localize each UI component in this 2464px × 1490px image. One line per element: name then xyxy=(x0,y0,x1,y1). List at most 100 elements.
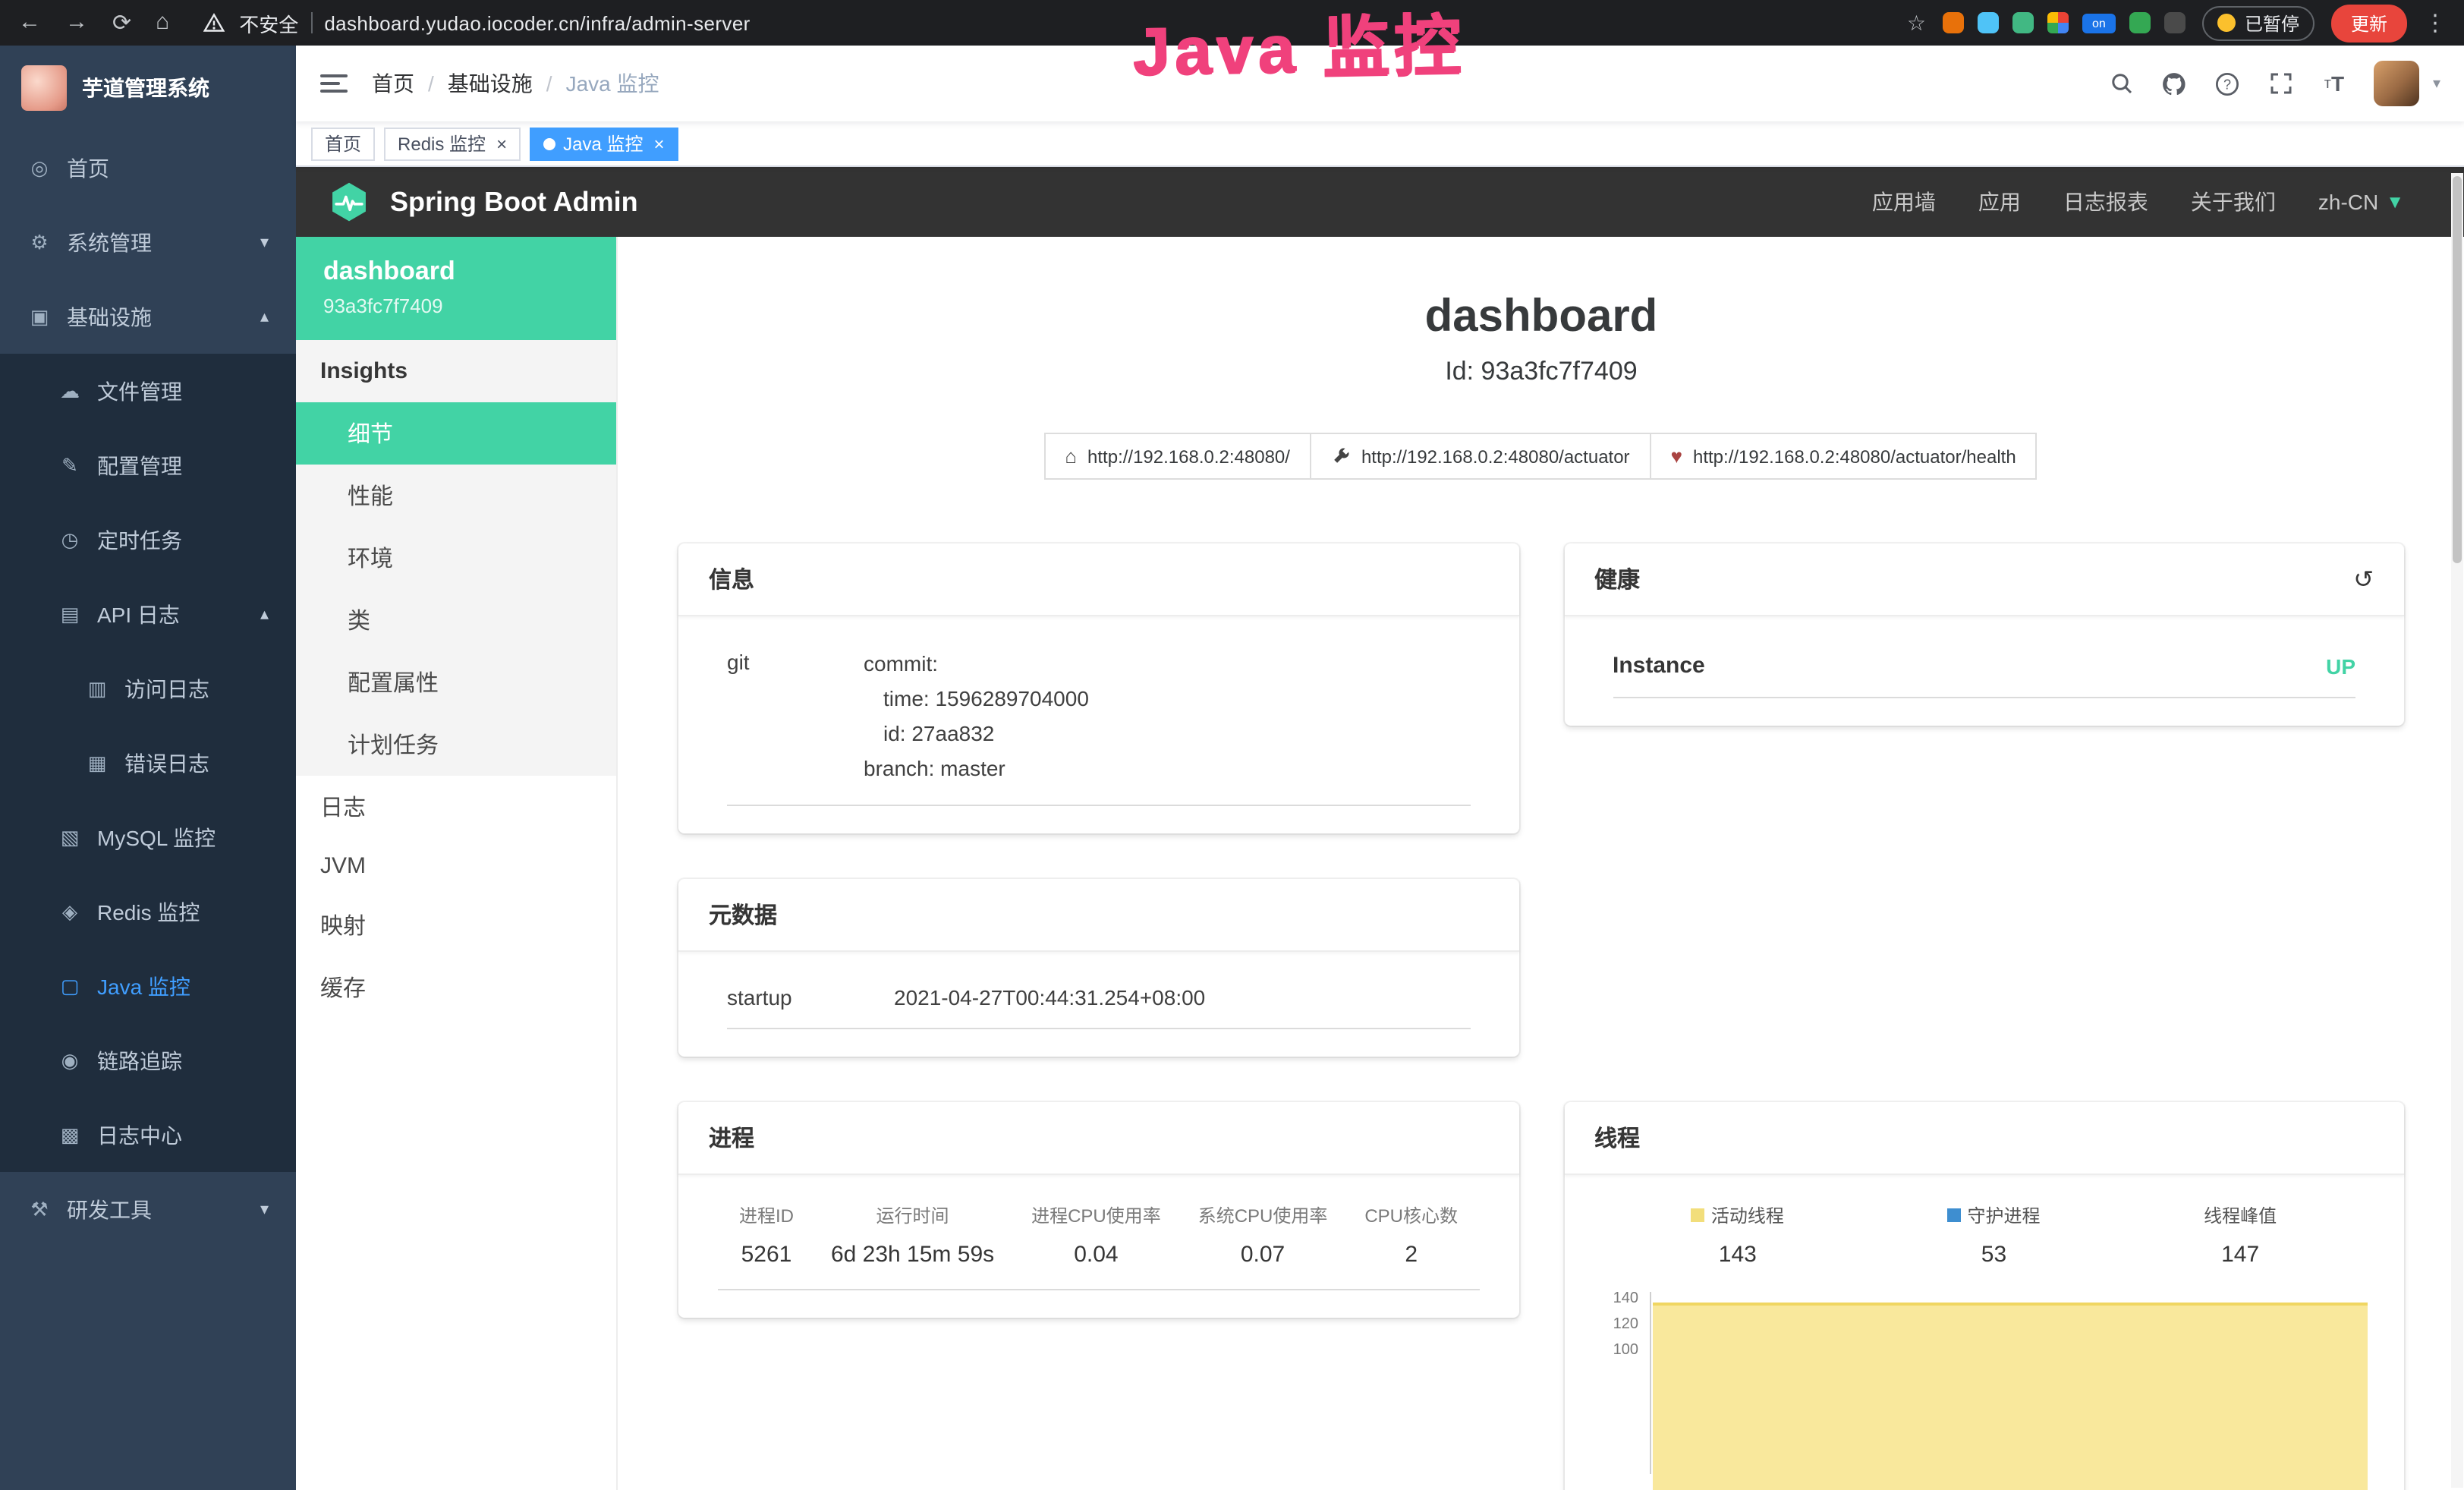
tab-redis-monitor[interactable]: Redis 监控 × xyxy=(384,127,521,160)
github-icon[interactable] xyxy=(2161,70,2189,97)
legend-item: 守护进程53 xyxy=(1947,1203,2040,1268)
sidebar-item-system[interactable]: ⚙系统管理▾ xyxy=(0,205,296,279)
search-icon[interactable] xyxy=(2108,70,2135,97)
tab-label: Redis 监控 xyxy=(398,131,486,156)
history-icon[interactable]: ↺ xyxy=(2353,564,2374,594)
avatar-caret-icon[interactable]: ▾ xyxy=(2433,75,2440,92)
scrollbar[interactable] xyxy=(2451,173,2463,1488)
sba-menu-scheduled[interactable]: 计划任务 xyxy=(296,713,616,776)
legend-item: 线程峰值147 xyxy=(2204,1203,2277,1268)
sidebar-item-file[interactable]: ☁文件管理 xyxy=(0,354,296,428)
breadcrumb: 首页/基础设施/Java 监控 xyxy=(372,68,659,99)
sba-menu-classes[interactable]: 类 xyxy=(296,589,616,651)
instance-link-actuator[interactable]: http://192.168.0.2:48080/actuator xyxy=(1310,433,1651,480)
sba-nav-applications[interactable]: 应用 xyxy=(1978,187,2021,217)
sba-menu-metrics[interactable]: 性能 xyxy=(296,465,616,527)
warning-icon xyxy=(200,9,227,36)
sba-nav-wallboard[interactable]: 应用墙 xyxy=(1872,187,1936,217)
sidebar-item-home[interactable]: ◎首页 xyxy=(0,131,296,205)
extension-grid[interactable] xyxy=(2047,12,2069,33)
extension-vue[interactable] xyxy=(2012,12,2034,33)
active-dot-icon xyxy=(543,137,555,150)
url-text[interactable]: dashboard.yudao.iocoder.cn/infra/admin-s… xyxy=(324,11,750,34)
sidebar-item-mysql[interactable]: ▧MySQL 监控 xyxy=(0,800,296,874)
locale-select[interactable]: zh-CN ▼ xyxy=(2318,190,2404,214)
extension-drop[interactable] xyxy=(1978,12,1999,33)
browser-window: ← → ⟳ ⌂ 不安全 dashboard.yudao.iocoder.cn/i… xyxy=(0,0,2464,1490)
instance-header[interactable]: dashboard 93a3fc7f7409 xyxy=(296,237,616,340)
stat-value: 0.07 xyxy=(1198,1243,1328,1268)
extension-switch[interactable]: on xyxy=(2082,13,2116,33)
close-icon[interactable]: × xyxy=(496,134,507,153)
sba-nav-journal[interactable]: 日志报表 xyxy=(2063,187,2148,217)
help-icon[interactable]: ? xyxy=(2214,70,2242,97)
close-icon[interactable]: × xyxy=(653,134,664,153)
tab-label: Java 监控 xyxy=(563,131,643,156)
sba-menu-jvm[interactable]: JVM xyxy=(296,838,616,894)
page-title: dashboard xyxy=(678,291,2404,343)
instance-link-health[interactable]: ♥http://192.168.0.2:48080/actuator/healt… xyxy=(1650,433,2038,480)
java-icon: ▢ xyxy=(58,974,82,998)
instance-links: ⌂http://192.168.0.2:48080/http://192.168… xyxy=(678,433,2404,480)
extension-leaf[interactable] xyxy=(2129,12,2151,33)
table-row: startup2021-04-27T00:44:31.254+08:00 xyxy=(727,977,1470,1030)
chevron-down-icon: ▼ xyxy=(2386,191,2404,213)
heart-icon: ♥ xyxy=(1671,445,1682,468)
extension-orange[interactable] xyxy=(1943,12,1964,33)
tab-java-monitor[interactable]: Java 监控 × xyxy=(530,127,678,160)
sba-menu-logfile[interactable]: 日志 xyxy=(296,776,616,838)
process-card-title: 进程 xyxy=(709,1123,754,1155)
sba-nav-about[interactable]: 关于我们 xyxy=(2191,187,2276,217)
breadcrumb-item[interactable]: 基础设施 xyxy=(448,68,533,99)
back-icon[interactable]: ← xyxy=(18,9,41,36)
bookmark-star-icon[interactable]: ☆ xyxy=(1907,10,1926,36)
address-bar[interactable]: 不安全 dashboard.yudao.iocoder.cn/infra/adm… xyxy=(200,8,750,37)
sidebar-item-trace[interactable]: ◉链路追踪 xyxy=(0,1023,296,1098)
sidebar-item-infra[interactable]: ▣基础设施▴ xyxy=(0,279,296,354)
wrench-icon xyxy=(1331,446,1351,466)
stat-label: 进程CPU使用率 xyxy=(1031,1203,1161,1229)
status-badge: UP xyxy=(2326,654,2355,678)
reload-icon[interactable]: ⟳ xyxy=(112,9,131,36)
sba-menu-caches[interactable]: 缓存 xyxy=(296,956,616,1019)
sba-menu-env[interactable]: 环境 xyxy=(296,527,616,589)
scrollbar-thumb[interactable] xyxy=(2453,176,2462,563)
tab-home[interactable]: 首页 xyxy=(311,127,375,160)
sidebar-item-redis[interactable]: ◈Redis 监控 xyxy=(0,874,296,949)
chevron-down-icon: ▾ xyxy=(260,232,269,252)
instance-link-root[interactable]: ⌂http://192.168.0.2:48080/ xyxy=(1043,433,1311,480)
hamburger-icon[interactable] xyxy=(296,70,372,97)
update-button[interactable]: 更新 xyxy=(2331,4,2407,42)
sba-menu-details[interactable]: 细节 xyxy=(296,402,616,465)
breadcrumb-item[interactable]: 首页 xyxy=(372,68,414,99)
instance-id: 93a3fc7f7409 xyxy=(323,295,589,317)
sidebar-item-devtools[interactable]: ⚒研发工具▾ xyxy=(0,1172,296,1246)
sba-logo-icon xyxy=(326,179,372,225)
sidebar-item-error-log[interactable]: ▦错误日志 xyxy=(0,726,296,800)
axis-tick: 100 xyxy=(1594,1344,1649,1370)
home-icon[interactable]: ⌂ xyxy=(156,9,169,36)
paused-badge[interactable]: 已暂停 xyxy=(2202,5,2315,40)
sidebar-item-job[interactable]: ◷定时任务 xyxy=(0,502,296,577)
sba-menu-mappings[interactable]: 映射 xyxy=(296,894,616,956)
app-logo-row[interactable]: 芋道管理系统 xyxy=(0,46,296,131)
instance-name: dashboard xyxy=(323,257,589,287)
forward-icon[interactable]: → xyxy=(65,9,88,36)
user-avatar[interactable] xyxy=(2374,61,2419,106)
sidebar-item-java[interactable]: ▢Java 监控 xyxy=(0,949,296,1023)
fullscreen-icon[interactable] xyxy=(2267,70,2295,97)
font-size-icon[interactable]: тT xyxy=(2321,70,2348,97)
health-key: Instance xyxy=(1613,653,1705,679)
extension-dark[interactable] xyxy=(2164,12,2186,33)
main-column: 首页/基础设施/Java 监控 ? тT xyxy=(296,46,2464,1490)
sba-menu-configprops[interactable]: 配置属性 xyxy=(296,651,616,713)
paused-emoji-icon xyxy=(2217,14,2236,32)
extensions: on xyxy=(1943,12,2186,33)
sidebar-item-access-log[interactable]: ▥访问日志 xyxy=(0,651,296,726)
sidebar-item-config[interactable]: ✎配置管理 xyxy=(0,428,296,502)
sidebar-item-api-log[interactable]: ▤API 日志▴ xyxy=(0,577,296,651)
gear-icon: ⚙ xyxy=(27,230,52,254)
browser-menu-icon[interactable]: ⋮ xyxy=(2424,9,2447,36)
sidebar-item-log-center[interactable]: ▩日志中心 xyxy=(0,1098,296,1172)
metadata-value: 2021-04-27T00:44:31.254+08:00 xyxy=(894,986,1205,1010)
